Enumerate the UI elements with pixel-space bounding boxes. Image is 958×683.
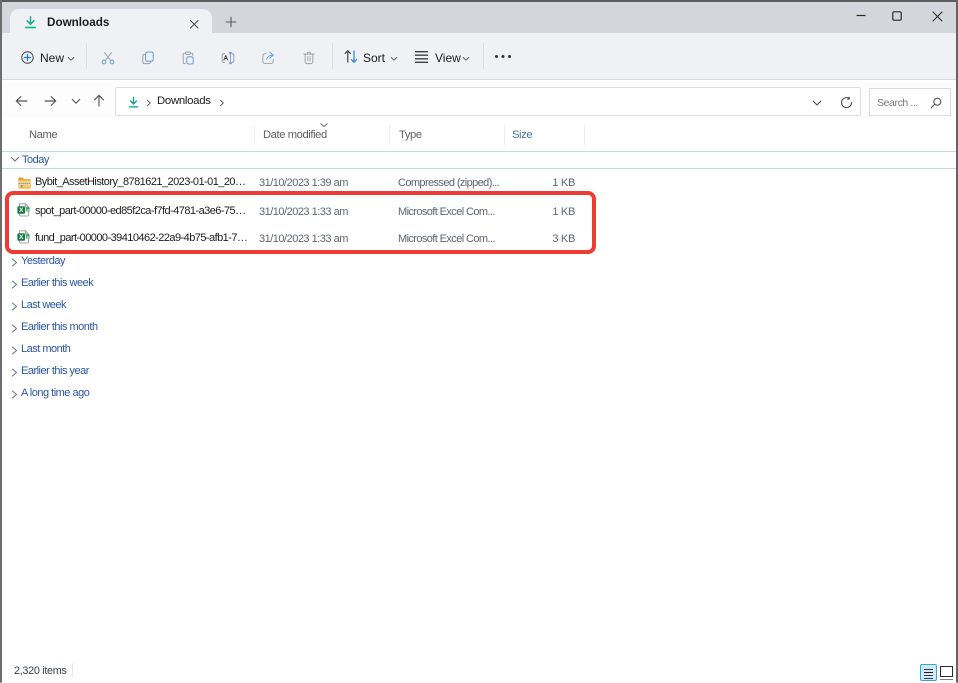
- svg-text:X: X: [19, 207, 24, 214]
- svg-text:X: X: [19, 234, 24, 241]
